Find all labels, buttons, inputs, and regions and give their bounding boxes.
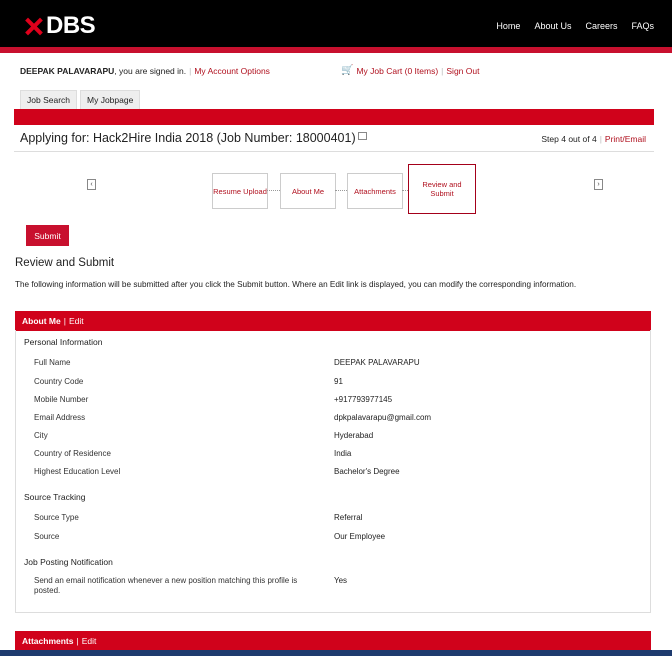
about-me-edit-link[interactable]: Edit xyxy=(69,316,84,326)
header-red-bar xyxy=(0,47,672,53)
chevron-left-icon[interactable]: ‹ xyxy=(87,179,96,190)
wizard-connector xyxy=(335,190,347,191)
field-value: Bachelor's Degree xyxy=(334,467,400,476)
wizard-step-attachments[interactable]: Attachments xyxy=(347,173,403,209)
divider xyxy=(14,151,654,152)
print-email-link[interactable]: Print/Email xyxy=(605,134,646,144)
wizard-step-resume-upload[interactable]: Resume Upload xyxy=(212,173,268,209)
field-label: Full Name xyxy=(34,358,71,367)
sign-out-link[interactable]: Sign Out xyxy=(446,66,479,76)
about-me-header: About Me | Edit xyxy=(15,311,651,331)
field-value: 91 xyxy=(334,377,343,386)
user-name: DEEPAK PALAVARAPU xyxy=(20,66,115,76)
job-posting-notification-title: Job Posting Notification xyxy=(24,557,113,567)
notification-value: Yes xyxy=(334,576,348,585)
dbs-logo[interactable]: DBS xyxy=(25,12,96,40)
job-cart: 🛒 My Job Cart (0 Items) | Sign Out xyxy=(341,65,480,76)
submit-button[interactable]: Submit xyxy=(26,225,69,246)
field-label: Source Type xyxy=(34,513,79,522)
field-label: Email Address xyxy=(34,413,86,422)
field-label: Country of Residence xyxy=(34,449,111,458)
personal-info-title: Personal Information xyxy=(24,337,103,347)
field-label: Source xyxy=(34,532,60,541)
field-value: India xyxy=(334,449,352,458)
logo-text: DBS xyxy=(46,12,96,39)
tab-job-search[interactable]: Job Search xyxy=(20,90,77,110)
wizard-connector xyxy=(267,190,280,191)
tab-my-jobpage[interactable]: My Jobpage xyxy=(80,90,141,110)
dbs-logo-icon xyxy=(25,17,43,35)
field-label: Mobile Number xyxy=(34,395,89,404)
step-text: Step 4 out of 4 xyxy=(541,134,597,144)
notification-label: Send an email notification whenever a ne… xyxy=(34,576,298,595)
chevron-right-icon[interactable]: › xyxy=(594,179,603,190)
os-taskbar xyxy=(0,650,672,656)
signed-in-line: DEEPAK PALAVARAPU, you are signed in. | My… xyxy=(20,66,270,76)
field-value: Our Employee xyxy=(334,532,386,541)
wizard-step-about-me[interactable]: About Me xyxy=(280,173,336,209)
field-label: Country Code xyxy=(34,377,84,386)
my-account-options-link[interactable]: My Account Options xyxy=(194,66,270,76)
attachments-title: Attachments xyxy=(22,636,74,646)
tab-bar: Job Search My Jobpage xyxy=(20,90,141,110)
wizard-step-review-and-submit[interactable]: Review and Submit xyxy=(408,164,476,214)
nav-faqs[interactable]: FAQs xyxy=(631,21,654,31)
source-tracking-title: Source Tracking xyxy=(24,492,86,502)
attachments-header: Attachments | Edit xyxy=(15,631,651,651)
field-value: Referral xyxy=(334,513,363,522)
field-label: Highest Education Level xyxy=(34,467,121,476)
field-value: +917793977145 xyxy=(334,395,393,404)
top-nav: Home About Us Careers FAQs xyxy=(496,21,654,31)
field-label: City xyxy=(34,431,48,440)
comment-icon[interactable] xyxy=(357,132,367,140)
top-header: DBS Home About Us Careers FAQs xyxy=(0,0,672,47)
review-description: The following information will be submit… xyxy=(15,280,577,289)
field-value: dpkpalavarapu@gmail.com xyxy=(334,413,432,422)
job-cart-link[interactable]: My Job Cart (0 Items) xyxy=(356,66,438,76)
nav-home[interactable]: Home xyxy=(496,21,520,31)
nav-careers[interactable]: Careers xyxy=(585,21,617,31)
signed-in-text: , you are signed in. xyxy=(114,66,187,76)
step-indicator: Step 4 out of 4 | Print/Email xyxy=(541,134,646,144)
review-title: Review and Submit xyxy=(15,257,115,269)
field-value: DEEPAK PALAVARAPU xyxy=(334,358,420,367)
tab-red-bar xyxy=(14,109,654,125)
attachments-edit-link[interactable]: Edit xyxy=(82,636,97,646)
nav-about-us[interactable]: About Us xyxy=(534,21,571,31)
about-me-title: About Me xyxy=(22,316,61,326)
cart-icon: 🛒 xyxy=(341,65,354,76)
applying-for-title: Applying for: Hack2Hire India 2018 (Job … xyxy=(20,131,367,145)
field-value: Hyderabad xyxy=(334,431,374,440)
